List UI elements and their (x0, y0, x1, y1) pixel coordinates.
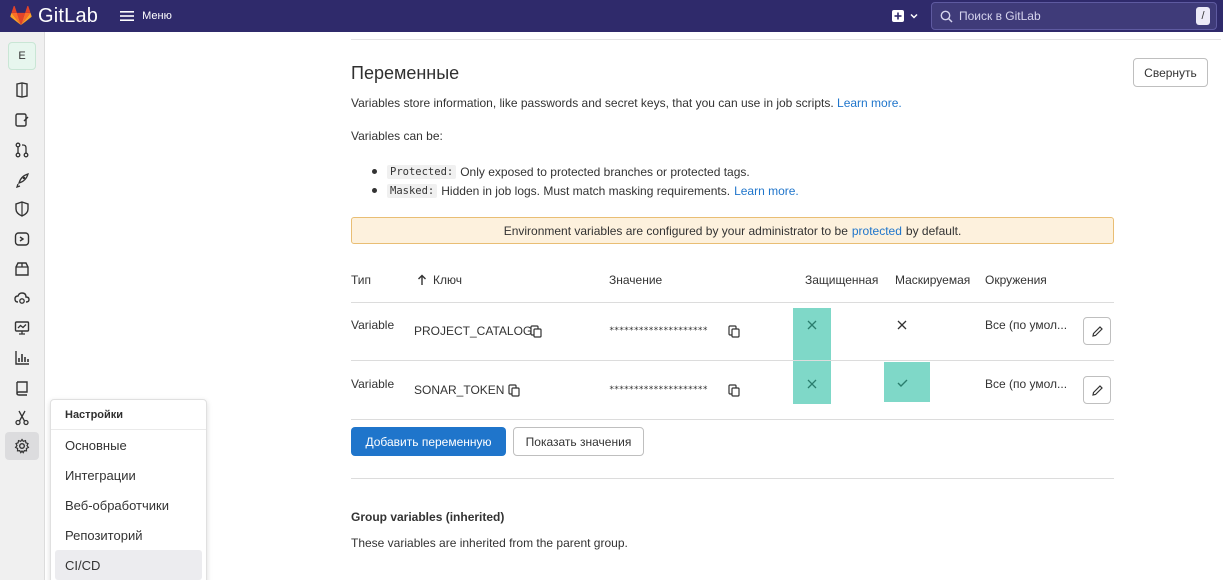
row1-value: ******************** (609, 326, 708, 336)
project-avatar[interactable]: E (8, 42, 36, 70)
settings-flyout-menu: Настройки Основные Интеграции Веб-обрабо… (50, 399, 207, 580)
alert-text-after: by default. (905, 223, 962, 238)
monitor-icon[interactable] (13, 319, 31, 337)
wiki-icon[interactable] (13, 379, 31, 397)
group-variables-title: Group variables (inherited) (351, 510, 505, 524)
key-header-label: Ключ (433, 273, 462, 287)
row2-protected-no (806, 378, 818, 390)
row2-value: ******************** (609, 385, 708, 395)
row1-masked-no (896, 319, 908, 331)
infrastructure-icon[interactable] (13, 290, 31, 308)
row2-key: SONAR_TOKEN (414, 383, 505, 397)
close-icon (897, 320, 907, 330)
column-header-masked[interactable]: Маскируемая (895, 273, 970, 287)
copy-key-icon[interactable] (530, 324, 542, 338)
project-sidebar: E (0, 32, 45, 580)
search-shortcut-hint: / (1196, 7, 1210, 25)
menu-label: Меню (142, 10, 172, 22)
variables-can-be-text: Variables can be: (351, 129, 443, 143)
section-title: Переменные (351, 63, 460, 83)
list-item: Protected: Only exposed to protected bra… (372, 162, 799, 181)
protected-description: Only exposed to protected branches or pr… (460, 164, 750, 179)
row2-environments: Все (по умол... (985, 377, 1068, 391)
row2-type: Variable (351, 377, 395, 391)
ci-cd-icon[interactable] (13, 230, 31, 248)
learn-more-link[interactable]: Learn more. (837, 96, 902, 110)
copy-value-icon[interactable] (728, 383, 740, 397)
flyout-title: Настройки (51, 400, 206, 430)
flyout-item-integrations[interactable]: Интеграции (51, 460, 206, 490)
table-divider (351, 419, 1114, 420)
copy-key-icon[interactable] (508, 383, 520, 397)
row1-environments: Все (по умол... (985, 318, 1068, 332)
search-placeholder: Поиск в GitLab (959, 9, 1041, 23)
flyout-item-repository[interactable]: Репозиторий (51, 520, 206, 550)
table-divider (351, 302, 1114, 303)
edit-variable-button[interactable] (1083, 376, 1111, 404)
close-icon (807, 379, 817, 389)
settings-icon[interactable] (5, 432, 39, 460)
deployments-icon[interactable] (13, 171, 31, 189)
copy-value-icon[interactable] (728, 324, 740, 338)
protected-link[interactable]: protected (852, 224, 902, 238)
masked-code: Masked: (387, 183, 438, 198)
column-header-protected[interactable]: Защищенная (805, 273, 878, 287)
new-dropdown-button[interactable] (892, 10, 919, 22)
table-divider (351, 360, 1114, 361)
flyout-item-ci-cd[interactable]: CI/CD (55, 550, 202, 580)
analytics-icon[interactable] (13, 349, 31, 367)
intro-text: Variables store information, like passwo… (351, 96, 834, 110)
flyout-item-general[interactable]: Основные (51, 430, 206, 460)
security-icon[interactable] (13, 200, 31, 218)
logo-text: GitLab (38, 4, 99, 27)
search-icon (940, 10, 953, 23)
reveal-values-button[interactable]: Показать значения (513, 427, 644, 456)
section-divider (351, 478, 1114, 479)
alert-text-before: Environment variables are configured by … (503, 223, 848, 238)
list-item: Masked: Hidden in job logs. Must match m… (372, 181, 799, 200)
bullet-dot (372, 169, 377, 174)
menu-button[interactable]: Меню (120, 10, 172, 22)
plus-square-icon (892, 10, 904, 22)
column-header-environments[interactable]: Окружения (985, 273, 1047, 287)
protected-variables-alert: Environment variables are configured by … (351, 217, 1114, 244)
row2-masked-yes (896, 377, 908, 389)
hamburger-icon (120, 11, 135, 21)
issues-icon[interactable] (13, 111, 31, 129)
merge-requests-icon[interactable] (13, 141, 31, 159)
variables-intro: Variables store information, like passwo… (351, 96, 902, 110)
column-header-key[interactable]: Ключ (417, 273, 462, 287)
protected-code: Protected: (387, 164, 457, 179)
row1-key: PROJECT_CATALOG (414, 324, 533, 338)
packages-icon[interactable] (13, 260, 31, 278)
bullet-dot (372, 188, 377, 193)
snippets-icon[interactable] (13, 409, 31, 427)
sort-arrow-up-icon (418, 274, 426, 285)
section-divider (351, 39, 1221, 40)
add-variable-button[interactable]: Добавить переменную (351, 427, 506, 456)
pencil-icon (1091, 384, 1103, 396)
gitlab-tanuki-icon (10, 6, 32, 26)
project-overview-icon[interactable] (13, 81, 31, 99)
edit-variable-button[interactable] (1083, 317, 1111, 345)
pencil-icon (1091, 325, 1103, 337)
group-variables-text: These variables are inherited from the p… (351, 536, 628, 550)
column-header-value[interactable]: Значение (609, 273, 662, 287)
gitlab-logo[interactable]: GitLab (10, 5, 98, 28)
row1-protected-no (806, 319, 818, 331)
collapse-button[interactable]: Свернуть (1133, 58, 1208, 87)
check-icon (897, 379, 907, 387)
flyout-item-webhooks[interactable]: Веб-обработчики (51, 490, 206, 520)
variable-options-list: Protected: Only exposed to protected bra… (372, 162, 799, 200)
row1-type: Variable (351, 318, 395, 332)
column-header-type[interactable]: Тип (351, 273, 371, 287)
close-icon (807, 320, 817, 330)
masked-description: Hidden in job logs. Must match masking r… (441, 183, 731, 198)
masking-learn-more-link[interactable]: Learn more. (734, 184, 799, 198)
chevron-down-icon (910, 13, 918, 19)
top-navbar: GitLab Меню Поиск в GitLab / (0, 0, 1223, 32)
search-input[interactable]: Поиск в GitLab / (931, 2, 1217, 30)
